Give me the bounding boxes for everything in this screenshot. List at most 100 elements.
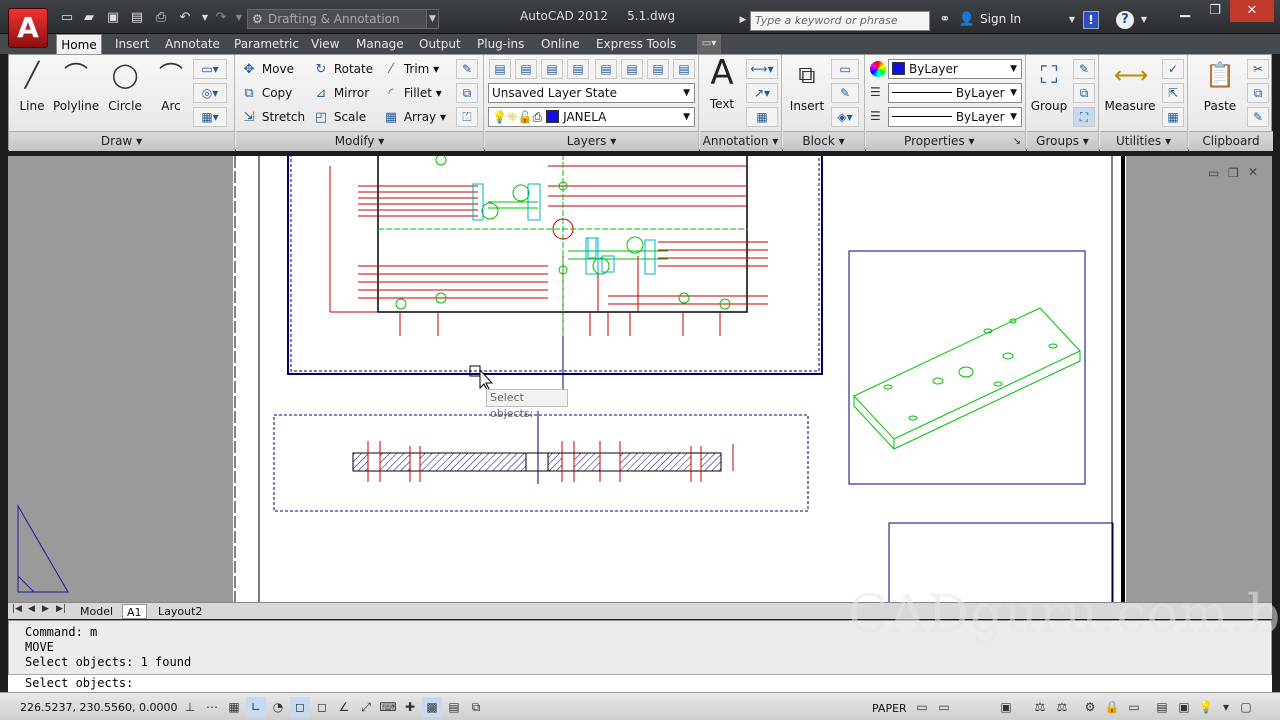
move-button[interactable]: ✥ Move: [240, 59, 294, 79]
viewport-restore-icon[interactable]: ❐: [1228, 166, 1239, 180]
last-tab-icon[interactable]: ▶|: [56, 604, 66, 614]
copy-button[interactable]: ⧉ Copy: [240, 83, 292, 103]
annotation-scale-icon[interactable]: ⚖: [1030, 697, 1050, 717]
maximize-button[interactable]: ❐: [1200, 0, 1230, 22]
copy-clip-icon[interactable]: ⧉: [1247, 83, 1269, 103]
array-button[interactable]: ▦ Array ▾: [382, 107, 446, 127]
layer-dropdown[interactable]: 💡☼🔓⎙ JANELA ▼: [488, 107, 695, 127]
region-icon[interactable]: ▦▾: [193, 107, 227, 127]
lineweight-dropdown[interactable]: ByLayer ▼: [888, 107, 1022, 127]
edit-block-icon[interactable]: ✎: [831, 83, 859, 103]
lineweight-toggle-icon[interactable]: ✚: [400, 697, 420, 717]
grid-display-icon[interactable]: ▦: [224, 697, 244, 717]
quick-view-layouts-icon[interactable]: ▭: [912, 697, 932, 717]
viewport-minimize-icon[interactable]: ▭: [1208, 166, 1219, 180]
ungroup-icon[interactable]: ✎: [1073, 59, 1095, 79]
linetype-dropdown[interactable]: ByLayer ▼: [888, 83, 1022, 103]
layer-match-icon[interactable]: ▤: [515, 59, 537, 79]
polar-tracking-icon[interactable]: ◔: [268, 697, 288, 717]
undo-icon[interactable]: ↶: [176, 10, 194, 26]
drawing-area[interactable]: Select objects: ▭ ❐ ✕: [8, 156, 1272, 602]
binoculars-icon[interactable]: ⚭: [935, 11, 955, 29]
exchange-icon[interactable]: !: [1083, 11, 1099, 29]
group-selection-icon[interactable]: ⛶: [1073, 107, 1095, 127]
help-button[interactable]: ?: [1116, 11, 1134, 29]
search-input[interactable]: Type a keyword or phrase: [750, 11, 930, 31]
layer-off-icon[interactable]: ▤: [621, 59, 643, 79]
transparency-icon[interactable]: ▩: [422, 697, 442, 717]
leader-icon[interactable]: ↗▾: [746, 83, 778, 103]
attribute-icon[interactable]: ◈▾: [831, 107, 859, 127]
clean-screen-icon[interactable]: ▢: [1236, 697, 1256, 717]
isolate-objects-icon[interactable]: 💡: [1196, 697, 1216, 717]
match-properties-icon[interactable]: [870, 61, 886, 77]
circle-button[interactable]: ◯ Circle: [105, 59, 145, 113]
status-menu-icon[interactable]: ▾: [1216, 697, 1236, 717]
stretch-button[interactable]: ⇲ Stretch: [240, 107, 306, 127]
block-panel-title[interactable]: Block ▾: [783, 131, 864, 151]
quick-select-icon[interactable]: ✓: [1162, 59, 1184, 79]
plot-icon[interactable]: ⎙: [152, 10, 170, 26]
ribbon-options-icon[interactable]: ▭▾: [697, 34, 721, 54]
dynamic-ucs-icon[interactable]: ⤢: [356, 697, 376, 717]
scale-button[interactable]: ◰ Scale: [312, 107, 366, 127]
dynamic-input-icon[interactable]: ⌨: [378, 697, 398, 717]
expand-search-icon[interactable]: ▶: [737, 11, 749, 29]
save-as-icon[interactable]: ▤: [128, 10, 146, 26]
object-snap-tracking-icon[interactable]: ∠: [334, 697, 354, 717]
explode-icon[interactable]: ⧉: [456, 83, 478, 103]
dimension-icon[interactable]: ⟷▾: [746, 59, 778, 79]
line-button[interactable]: ╱ Line: [13, 59, 51, 113]
insert-button[interactable]: ⧉ Insert: [787, 59, 827, 113]
measure-button[interactable]: ⟷ Measure: [1102, 59, 1158, 113]
paper-space-toggle[interactable]: PAPER: [872, 702, 907, 715]
rotate-button[interactable]: ↻ Rotate: [312, 59, 374, 79]
create-block-icon[interactable]: ▭: [831, 59, 859, 79]
draw-panel-title[interactable]: Draw ▾: [9, 131, 234, 151]
cut-icon[interactable]: ✂: [1247, 59, 1269, 79]
groups-panel-title[interactable]: Groups ▾: [1027, 131, 1098, 151]
command-input[interactable]: [8, 674, 1272, 692]
match-properties-brush-icon[interactable]: ✎: [1247, 107, 1269, 127]
tab-insert[interactable]: Insert: [115, 34, 149, 54]
redo-dropdown-icon[interactable]: ▼: [230, 10, 248, 26]
tab-annotate[interactable]: Annotate: [165, 34, 220, 54]
layer-lock-icon[interactable]: ▤: [647, 59, 669, 79]
calculator-icon[interactable]: ▦: [1162, 107, 1184, 127]
help-dropdown-icon[interactable]: ▼: [1138, 11, 1150, 29]
group-edit-icon[interactable]: ⧉: [1073, 83, 1095, 103]
minimize-button[interactable]: ▁: [1170, 0, 1200, 22]
layers-panel-title[interactable]: Layers ▾: [485, 131, 698, 151]
dialog-launcher-icon[interactable]: ↘: [1013, 132, 1021, 151]
text-button[interactable]: A Text: [704, 56, 740, 111]
fillet-button[interactable]: ◜ Fillet ▾: [382, 83, 441, 103]
hatch-icon[interactable]: ◎▾: [193, 83, 227, 103]
utilities-panel-title[interactable]: Utilities ▾: [1100, 131, 1187, 151]
next-tab-icon[interactable]: ▶: [42, 604, 49, 614]
application-menu-button[interactable]: A: [8, 8, 48, 48]
workspace-switching-icon[interactable]: ⚙: [1080, 697, 1100, 717]
layer-properties-icon[interactable]: ▤: [489, 59, 511, 79]
toolbar-lock-icon[interactable]: ▤: [1152, 697, 1172, 717]
save-icon[interactable]: ▣: [104, 10, 122, 26]
tab-model[interactable]: Model: [76, 604, 117, 619]
tab-online[interactable]: Online: [541, 34, 580, 54]
select-all-icon[interactable]: ⇱: [1162, 83, 1184, 103]
tab-home[interactable]: Home: [56, 34, 102, 54]
group-button[interactable]: ⛶ Group: [1029, 59, 1069, 113]
user-icon[interactable]: 👤: [958, 11, 976, 29]
quick-view-drawings-icon[interactable]: ▭: [934, 697, 954, 717]
annotation-visibility-icon[interactable]: ⚖: [1052, 697, 1072, 717]
properties-panel-title[interactable]: Properties ▾ ↘: [866, 131, 1025, 151]
tab-express-tools[interactable]: Express Tools: [596, 34, 676, 54]
open-icon[interactable]: ▰: [80, 10, 98, 26]
paste-button[interactable]: 📋 Paste: [1193, 59, 1247, 113]
erase-icon[interactable]: ✎: [456, 59, 478, 79]
tab-parametric[interactable]: Parametric: [234, 34, 299, 54]
arc-button[interactable]: ⌒ Arc: [151, 59, 191, 113]
layer-state-dropdown[interactable]: Unsaved Layer State ▼: [488, 83, 695, 103]
quick-properties-icon[interactable]: ▤: [444, 697, 464, 717]
tab-layout2[interactable]: Layout2: [154, 604, 206, 619]
ortho-mode-icon[interactable]: ∟: [246, 697, 266, 717]
communication-center-icon[interactable]: ▣: [1174, 697, 1194, 717]
